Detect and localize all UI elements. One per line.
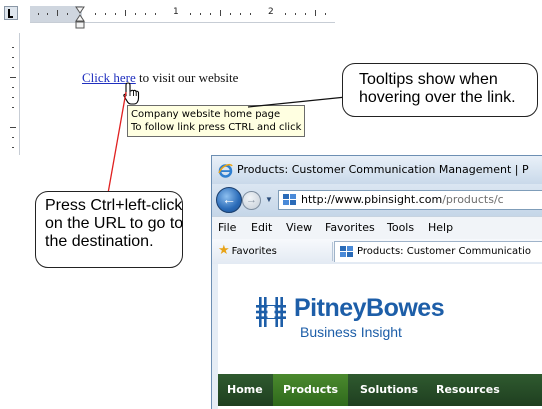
ruler-number: 2 xyxy=(268,7,274,17)
callout-text: Tooltips show when xyxy=(359,71,498,88)
ruler-tick xyxy=(12,57,14,58)
callout-text: hovering over the link. xyxy=(359,89,516,106)
ruler-tick xyxy=(125,10,126,16)
browser-window: Products: Customer Communication Managem… xyxy=(211,155,542,409)
press-ctrl-callout: Press Ctrl+left-click on the URL to go t… xyxy=(35,191,183,268)
forward-arrow-icon[interactable]: → xyxy=(242,191,261,210)
browser-title: Products: Customer Communication Managem… xyxy=(237,163,529,176)
webpage-content: PitneyBowes Business Insight Home Produc… xyxy=(212,264,542,409)
callout-text: on the URL to go to xyxy=(45,215,184,232)
ruler-tick xyxy=(95,13,96,15)
ruler-tick xyxy=(155,13,156,15)
ruler-tick xyxy=(12,67,14,68)
ruler-tick xyxy=(12,107,14,108)
site-navigation: Home Products Solutions Resources xyxy=(218,374,542,406)
menu-help[interactable]: Help xyxy=(428,221,453,234)
ruler-number: 1 xyxy=(173,7,179,17)
ruler-tick xyxy=(105,13,106,15)
ruler-tab-selector-icon[interactable] xyxy=(4,6,18,20)
tooltips-callout: Tooltips show when hovering over the lin… xyxy=(342,63,538,117)
ruler-tick xyxy=(115,13,116,15)
address-bar[interactable]: http://www.pbinsight.com/products/c xyxy=(278,190,542,210)
ruler-tick xyxy=(240,13,241,15)
pitney-bowes-logo-icon xyxy=(256,297,286,327)
ruler-tick xyxy=(12,137,14,138)
menu-favorites[interactable]: Favorites xyxy=(325,221,375,234)
brand-subtitle: Business Insight xyxy=(300,324,402,340)
ruler-tick xyxy=(10,127,16,128)
ruler-tick xyxy=(57,10,58,16)
address-path: /products/c xyxy=(442,193,504,206)
ruler-tick xyxy=(220,10,221,16)
document-text-line: Click here to visit our website xyxy=(82,70,238,86)
ruler-tick xyxy=(190,13,191,15)
callout-text: the destination. xyxy=(45,233,154,250)
indent-marker-icon[interactable] xyxy=(75,6,85,30)
browser-titlebar[interactable]: Products: Customer Communication Managem… xyxy=(212,156,542,184)
site-favicon-icon xyxy=(283,194,296,205)
tab-title: Products: Customer Communicatio xyxy=(357,246,531,257)
hand-cursor-icon xyxy=(123,82,140,105)
site-nav-products[interactable]: Products xyxy=(273,374,349,406)
ruler-tick xyxy=(38,13,39,15)
site-nav-resources[interactable]: Resources xyxy=(436,383,500,396)
site-nav-home[interactable]: Home xyxy=(227,383,263,396)
favorites-bar: ★ Favorites Products: Customer Communicat… xyxy=(212,239,542,265)
ruler-tick xyxy=(12,47,14,48)
dropdown-arrow-icon[interactable]: ▼ xyxy=(265,195,273,204)
favorites-label: Favorites xyxy=(231,246,277,257)
menu-view[interactable]: View xyxy=(286,221,312,234)
ruler-tick xyxy=(12,147,14,148)
browser-navbar: ← → ▼ http://www.pbinsight.com/products/… xyxy=(212,184,542,216)
address-host: http://www.pbinsight.com xyxy=(301,193,443,206)
ruler-tick xyxy=(210,13,211,15)
ruler-tick xyxy=(135,13,136,15)
tooltip-line: Company website home page xyxy=(131,109,281,120)
vertical-ruler[interactable] xyxy=(7,33,20,155)
ruler-tick xyxy=(250,13,251,15)
site-favicon-icon xyxy=(340,246,353,257)
ruler-tick xyxy=(145,13,146,15)
link-tooltip: Company website home page To follow link… xyxy=(127,105,306,137)
ruler-tick xyxy=(315,10,316,16)
browser-menubar: File Edit View Favorites Tools Help xyxy=(212,216,542,240)
ruler-tick xyxy=(325,13,326,15)
ie-logo-icon xyxy=(218,163,233,178)
ruler-tick xyxy=(12,97,14,98)
menu-file[interactable]: File xyxy=(218,221,236,234)
ruler-tick xyxy=(305,13,306,15)
tooltip-line: To follow link press CTRL and click xyxy=(131,122,302,133)
ruler-tick xyxy=(285,13,286,15)
favorites-button[interactable]: ★ Favorites xyxy=(218,243,277,258)
menu-edit[interactable]: Edit xyxy=(251,221,272,234)
divider xyxy=(332,242,333,261)
browser-tab[interactable]: Products: Customer Communicatio xyxy=(334,241,542,262)
document-text: to visit our website xyxy=(135,70,239,85)
ruler-tick xyxy=(10,77,16,78)
callout-text: Press Ctrl+left-click xyxy=(45,197,183,214)
brand-name: PitneyBowes xyxy=(294,294,445,322)
site-nav-solutions[interactable]: Solutions xyxy=(360,383,418,396)
menu-tools[interactable]: Tools xyxy=(387,221,414,234)
favorites-star-icon: ★ xyxy=(218,243,230,258)
ruler-tick xyxy=(230,13,231,15)
ruler-tick xyxy=(67,13,68,15)
ruler-tick xyxy=(12,87,14,88)
ruler-tick xyxy=(47,13,48,15)
ruler-tick xyxy=(295,13,296,15)
back-arrow-icon[interactable]: ← xyxy=(216,187,242,213)
ruler-tick xyxy=(200,13,201,15)
word-document-area: 1 2 Click here to visit our website Comp… xyxy=(0,0,335,155)
